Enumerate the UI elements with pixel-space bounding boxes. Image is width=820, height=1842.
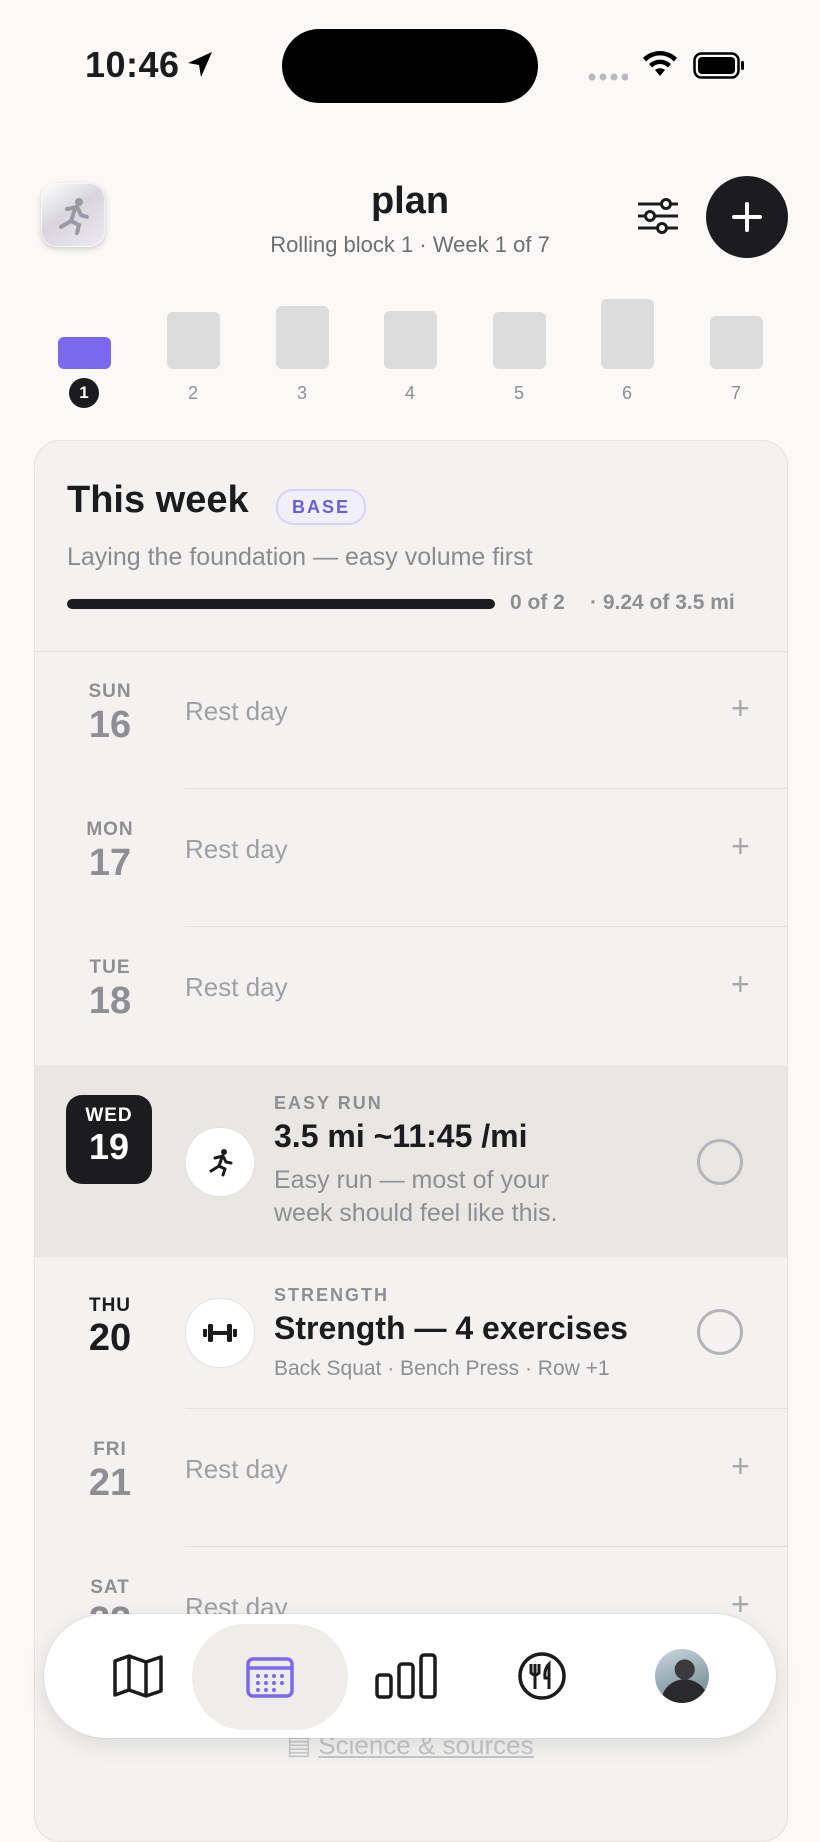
add-workout-icon[interactable]: + <box>731 828 750 865</box>
add-button[interactable] <box>706 176 788 258</box>
complete-checkbox[interactable] <box>697 1309 743 1355</box>
day-of-week: FRI <box>93 1439 127 1460</box>
week-label: 3 <box>296 383 307 403</box>
rest-day-label: Rest day <box>185 972 288 1002</box>
today-date-badge: WED 19 <box>66 1095 152 1184</box>
week-volume-bar <box>58 337 111 369</box>
sessions-progress: 0 of 2 <box>510 591 565 614</box>
dynamic-island <box>282 29 538 103</box>
workout-type: STRENGTH <box>274 1285 389 1305</box>
workout-title: Strength — 4 exercises <box>274 1310 628 1346</box>
dumbbell-icon <box>203 1324 237 1342</box>
week-volume-bar <box>493 312 546 369</box>
wifi-icon <box>643 50 677 76</box>
day-number: 17 <box>88 842 132 884</box>
runner-icon <box>209 1149 233 1177</box>
add-workout-icon[interactable]: + <box>731 690 750 727</box>
week-volume-bar <box>167 312 220 369</box>
day-number: 16 <box>88 704 132 746</box>
day-row-tue[interactable]: TUE 18 Rest day + <box>35 927 787 1065</box>
complete-checkbox[interactable] <box>697 1139 743 1185</box>
day-of-week: MON <box>86 819 134 840</box>
week-label: 7 <box>730 383 741 403</box>
day-of-week: THU <box>88 1295 132 1316</box>
day-number: 21 <box>88 1462 132 1504</box>
location-arrow-icon <box>188 52 212 77</box>
add-workout-icon[interactable]: + <box>731 966 750 1003</box>
rest-day-label: Rest day <box>185 696 288 726</box>
day-row-sun[interactable]: SUN 16 Rest day + <box>35 652 787 789</box>
workout-type: EASY RUN <box>274 1093 383 1113</box>
week-label: 6 <box>621 383 632 403</box>
day-row-thu[interactable]: THU 20 STRENGTH Strength — 4 exercises B… <box>35 1257 787 1409</box>
calendar-icon <box>246 1657 294 1698</box>
stats-icon <box>375 1653 437 1699</box>
rest-day-label: Rest day <box>185 1454 288 1484</box>
workout-title: 3.5 mi ~11:45 /mi <box>274 1118 528 1154</box>
workout-exercises: Back Squat · Bench Press · Row +1 <box>274 1357 610 1380</box>
week-volume-bar <box>276 306 329 369</box>
page-title: plan <box>370 180 450 222</box>
week-label: 5 <box>513 383 524 403</box>
tab-nutrition[interactable] <box>484 1614 600 1738</box>
add-workout-icon[interactable]: + <box>731 1448 750 1485</box>
tab-stats[interactable] <box>348 1614 464 1738</box>
workout-description: Easy run — most of your week should feel… <box>274 1166 558 1227</box>
week-label: 1 <box>69 378 99 408</box>
page-subtitle: Rolling block 1 · Week 1 of 7 <box>270 232 550 257</box>
map-icon <box>113 1654 163 1698</box>
battery-icon <box>693 52 744 79</box>
week-volume-bar <box>710 316 763 369</box>
day-row-wed-today[interactable]: WED 19 EASY RUN 3.5 mi ~11:45 /mi Easy r… <box>35 1065 787 1257</box>
day-of-week: SAT <box>90 1577 130 1598</box>
miles-progress: · 9.24 of 3.5 mi <box>590 591 735 614</box>
status-time: 10:46 <box>85 44 180 85</box>
week-volume-bar <box>384 311 437 369</box>
week-progress-bar <box>67 599 495 609</box>
signal-dots-icon <box>588 73 628 81</box>
nutrition-icon <box>518 1652 566 1700</box>
tab-plan[interactable] <box>192 1614 348 1738</box>
card-title: This week <box>67 479 249 521</box>
week-label: 4 <box>404 383 415 403</box>
day-number: 19 <box>88 1126 130 1167</box>
day-of-week: SUN <box>88 681 132 702</box>
activity-icon-wrap <box>185 1127 255 1197</box>
tab-map[interactable] <box>80 1614 196 1738</box>
week-label: 2 <box>187 383 198 403</box>
plus-icon <box>732 202 762 232</box>
week-volume-bar <box>601 299 654 369</box>
day-row-fri[interactable]: FRI 21 Rest day + <box>35 1409 787 1547</box>
day-of-week: WED <box>85 1105 133 1126</box>
activity-icon-wrap <box>185 1298 255 1368</box>
bottom-tab-bar <box>44 1614 776 1738</box>
day-number: 20 <box>88 1317 132 1359</box>
profile-avatar <box>655 1649 709 1703</box>
week-description: Laying the foundation — easy volume firs… <box>67 543 533 571</box>
filter-sliders-icon[interactable] <box>636 198 680 234</box>
rest-day-label: Rest day <box>185 834 288 864</box>
day-of-week: TUE <box>89 957 131 978</box>
phase-badge: BASE <box>276 489 367 525</box>
day-row-mon[interactable]: MON 17 Rest day + <box>35 789 787 927</box>
day-number: 18 <box>88 980 132 1022</box>
tab-profile[interactable] <box>624 1614 740 1738</box>
